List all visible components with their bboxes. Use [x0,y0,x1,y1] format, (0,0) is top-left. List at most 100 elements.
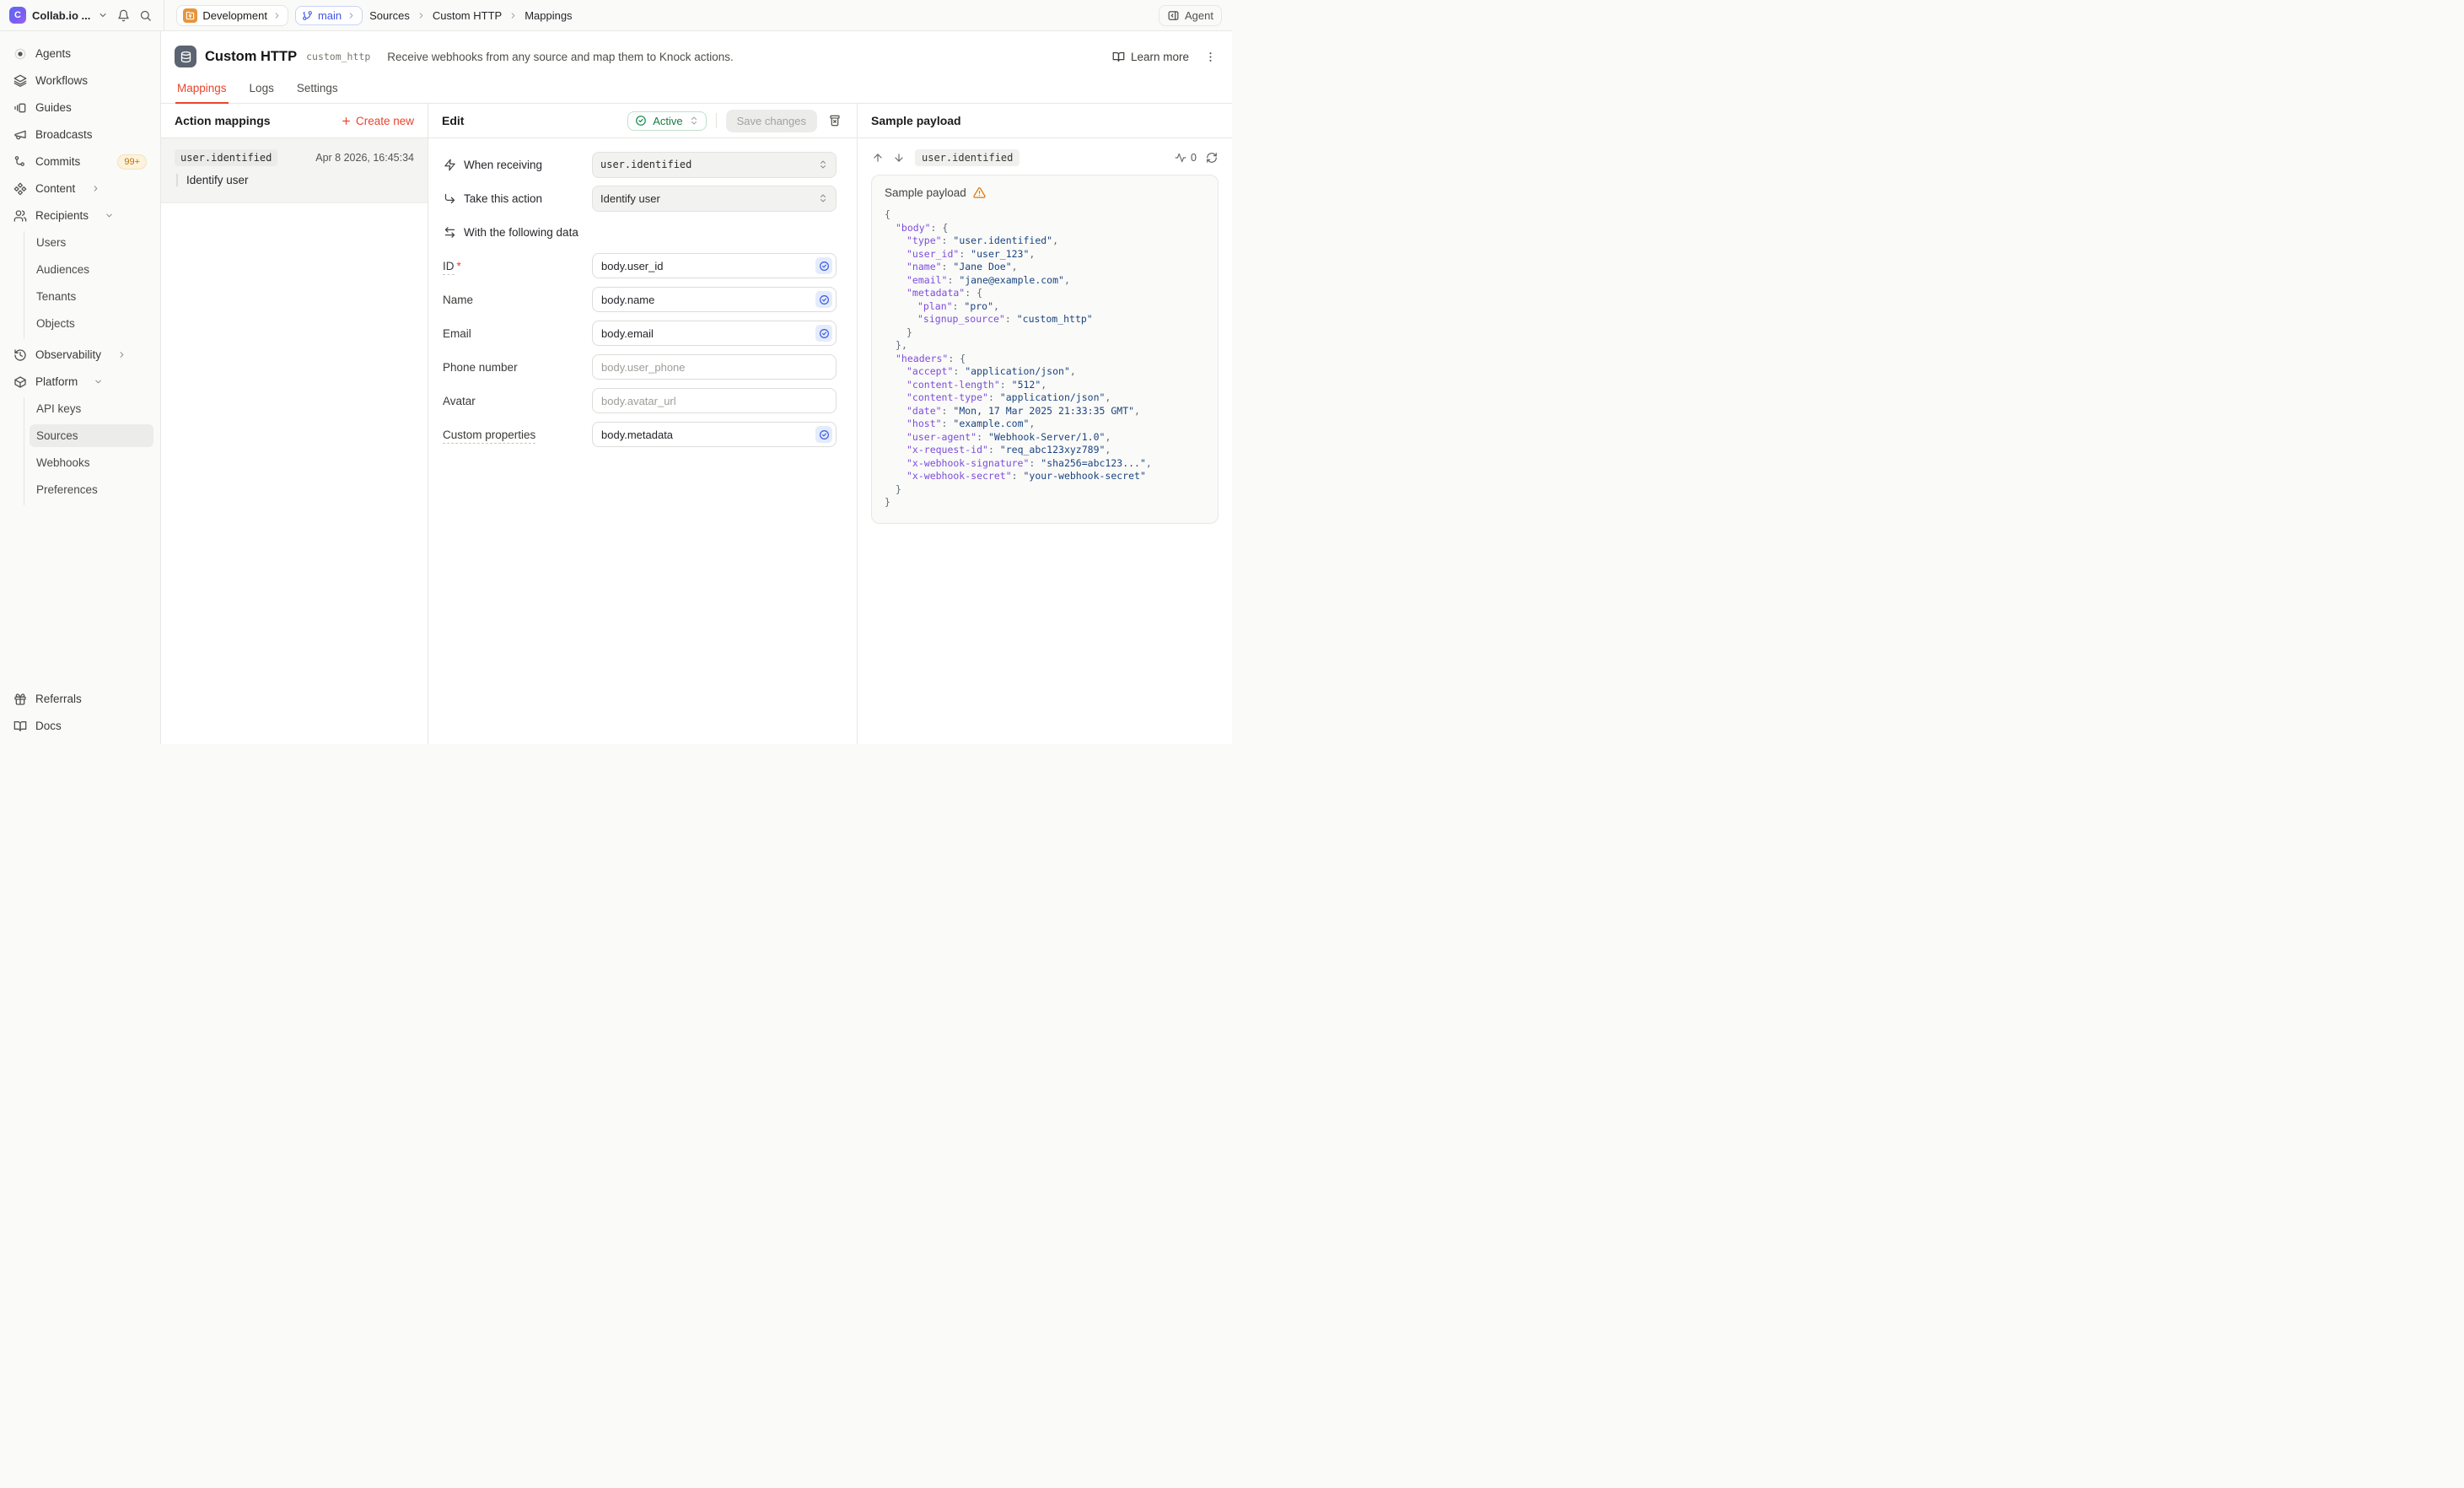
zap-icon [443,158,456,171]
event-count: 0 [1191,152,1197,164]
app-body: Agents Workflows Guides Broadcasts [0,31,1232,744]
sidebar-item-audiences[interactable]: Audiences [30,258,153,281]
action-mappings-title: Action mappings [175,114,271,127]
id-field[interactable] [592,253,837,278]
chevron-down-icon[interactable] [96,8,110,22]
tab-settings[interactable]: Settings [295,80,340,104]
sidebar-item-users[interactable]: Users [30,231,153,254]
sidebar-item-agents[interactable]: Agents [7,42,153,65]
required-asterisk: * [457,260,461,272]
verified-check-icon [815,257,832,274]
database-icon [175,46,196,67]
environment-name: Development [202,9,267,22]
event-select[interactable]: user.identified [592,152,837,178]
branch-name: main [318,9,342,22]
chevron-right-icon [417,11,426,20]
git-commit-icon [13,155,27,169]
arrow-up-icon[interactable] [871,151,885,164]
breadcrumb-sources[interactable]: Sources [369,9,410,22]
sidebar-item-guides[interactable]: Guides [7,96,153,119]
status-value: Active [653,115,682,127]
source-description: Receive webhooks from any source and map… [387,51,733,63]
email-field[interactable] [592,321,837,346]
sidebar-item-broadcasts[interactable]: Broadcasts [7,123,153,146]
breadcrumb-mappings[interactable]: Mappings [525,9,572,22]
branch-switcher[interactable]: main [295,6,363,25]
sidebar-bottom: Referrals Docs [7,687,153,739]
sidebar-item-workflows[interactable]: Workflows [7,69,153,92]
learn-more-button[interactable]: Learn more [1112,51,1189,63]
chevron-down-icon [94,377,103,386]
sidebar-item-referrals[interactable]: Referrals [7,687,153,710]
mapping-list-item[interactable]: user.identified Apr 8 2026, 16:45:34 Ide… [161,138,428,203]
users-icon [13,209,27,223]
sidebar-item-commits[interactable]: Commits 99+ [7,150,153,173]
sidebar-item-objects[interactable]: Objects [30,312,153,335]
sidebar-item-recipients[interactable]: Recipients [7,204,153,227]
event-activity-counter[interactable]: 0 [1175,152,1197,164]
sidebar-item-content[interactable]: Content [7,177,153,200]
json-line: "host": "example.com", [885,418,1205,431]
field-label-avatar: Avatar [443,395,592,407]
notifications-bell-icon[interactable] [116,8,132,24]
json-line: { [885,208,1205,222]
corner-down-right-icon [443,191,456,205]
chevron-right-icon [347,11,356,20]
sidebar-item-preferences[interactable]: Preferences [30,478,153,501]
sidebar-item-api-keys[interactable]: API keys [30,397,153,420]
chevron-right-icon [508,11,518,20]
arrow-down-icon[interactable] [892,151,906,164]
custom-properties-field[interactable] [592,422,837,447]
sidebar-item-webhooks[interactable]: Webhooks [30,451,153,474]
field-row-avatar: Avatar [443,388,842,413]
sidebar-item-observability[interactable]: Observability [7,343,153,366]
json-line: }, [885,339,1205,353]
tab-logs[interactable]: Logs [248,80,276,104]
json-line: "plan": "pro", [885,300,1205,314]
kebab-menu-icon[interactable] [1202,49,1219,65]
sample-card-title: Sample payload [885,186,966,199]
field-label-phone: Phone number [443,361,592,374]
sidebar-item-platform[interactable]: Platform [7,370,153,393]
edit-form: When receiving user.identified [428,138,857,469]
platform-subnav: API keys Sources Webhooks Preferences [24,397,153,505]
environment-switcher[interactable]: Development [176,5,288,26]
chevrons-up-down-icon [818,159,828,170]
verified-check-icon [815,426,832,443]
field-row-name: Name [443,287,842,312]
sidebar-item-tenants[interactable]: Tenants [30,285,153,308]
action-mappings-panel: Action mappings Create new user.identifi… [161,104,428,744]
workspace-switcher[interactable]: C Collab.io ... [0,0,164,30]
workspace-logo[interactable]: C [9,7,26,24]
edit-title: Edit [442,114,464,127]
environment-folder-icon [183,8,197,23]
status-select[interactable]: Active [627,111,706,131]
phone-field[interactable] [592,354,837,380]
arrows-left-right-icon [443,225,456,239]
sidebar-item-docs[interactable]: Docs [7,714,153,737]
with-data-label: With the following data [464,226,578,239]
breadcrumb-custom-http[interactable]: Custom HTTP [433,9,502,22]
avatar-field[interactable] [592,388,837,413]
save-changes-button[interactable]: Save changes [726,110,817,132]
sidebar-item-sources[interactable]: Sources [30,424,153,447]
main-content: Custom HTTP custom_http Receive webhooks… [161,31,1232,744]
workspace-name[interactable]: Collab.io ... [32,9,90,22]
json-line: "email": "jane@example.com", [885,274,1205,288]
refresh-icon[interactable] [1205,151,1219,164]
sample-payload-title: Sample payload [871,114,961,127]
field-label-custom-properties: Custom properties [443,429,535,444]
search-icon[interactable] [137,8,153,24]
agent-panel-toggle-button[interactable]: Agent [1159,5,1222,26]
action-select[interactable]: Identify user [592,186,837,212]
with-data-row: With the following data [443,219,842,245]
delete-mapping-icon[interactable] [826,112,843,129]
name-field[interactable] [592,287,837,312]
book-open-icon [1112,51,1125,63]
tab-mappings[interactable]: Mappings [175,80,229,104]
plus-icon [341,116,352,127]
agents-icon [13,47,27,61]
create-new-button[interactable]: Create new [341,115,414,127]
take-action-label: Take this action [464,192,542,205]
sample-payload-header: Sample payload [858,104,1232,138]
